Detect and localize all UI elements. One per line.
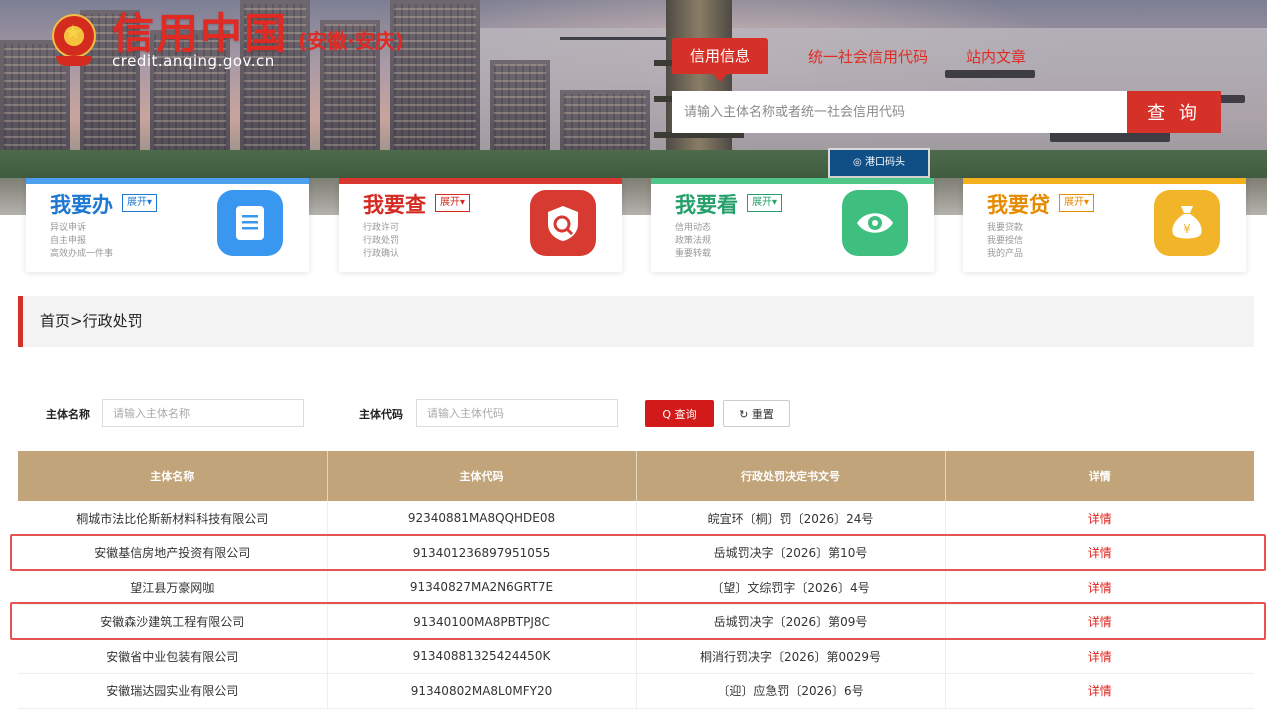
- code-filter-input[interactable]: [416, 399, 618, 427]
- card-links: 我要贷款 我要授信 我的产品: [987, 222, 1023, 261]
- national-emblem-icon: ★: [50, 12, 98, 68]
- card-title[interactable]: 我要查: [363, 192, 426, 218]
- cell-entity-name: 桐城市法比伦斯新材料科技有限公司: [18, 501, 328, 536]
- query-button[interactable]: Q 查询: [645, 400, 714, 427]
- table-row: 安徽森沙建筑工程有限公司 91340100MA8PBTPJ8C 岳城罚决字〔2026…: [18, 604, 1254, 640]
- reset-button[interactable]: ↻ 重置: [723, 400, 790, 427]
- search-bar: 查 询: [672, 91, 1221, 133]
- card-link[interactable]: 异议申诉: [50, 222, 113, 235]
- detail-link[interactable]: 详情: [945, 604, 1254, 640]
- card-links: 信用动态 政策法规 重要转载: [675, 222, 711, 261]
- card-expand-button[interactable]: 展开▾: [1059, 194, 1095, 212]
- cell-entity-name: 安徽基信房地产投资有限公司: [18, 535, 328, 571]
- table-row: 望江县万豪网咖 91340827MA2N6GRT7E 〔望〕文综罚字〔2026〕4号…: [18, 570, 1254, 605]
- card-expand-button[interactable]: 展开▾: [122, 194, 158, 212]
- detail-link[interactable]: 详情: [945, 570, 1254, 605]
- card-link[interactable]: 行政许可: [363, 222, 399, 235]
- logo-url: credit.anqing.gov.cn: [112, 52, 275, 70]
- code-filter-label: 主体代码: [359, 408, 403, 421]
- name-filter-label: 主体名称: [46, 408, 90, 421]
- name-filter-input[interactable]: [102, 399, 304, 427]
- card-title[interactable]: 我要看: [675, 192, 738, 218]
- search-button[interactable]: 查 询: [1127, 91, 1221, 133]
- card-link[interactable]: 高效办成一件事: [50, 248, 113, 261]
- eye-icon[interactable]: [842, 190, 908, 256]
- card-link[interactable]: 我要贷款: [987, 222, 1023, 235]
- cell-entity-code: 91340802MA8L0MFY20: [327, 673, 637, 709]
- service-card-0[interactable]: 我要办 展开▾ 异议申诉 自主申报 高效办成一件事: [26, 178, 309, 272]
- cell-entity-name: 安徽省中业包装有限公司: [18, 639, 328, 674]
- card-top-bar: [963, 178, 1246, 184]
- tab-site-articles[interactable]: 站内文章: [966, 46, 1026, 67]
- card-expand-button[interactable]: 展开▾: [747, 194, 783, 212]
- cell-entity-name: 安徽瑞达园实业有限公司: [18, 673, 328, 709]
- card-title[interactable]: 我要贷: [987, 192, 1050, 218]
- detail-link[interactable]: 详情: [945, 501, 1254, 536]
- cell-doc-number: 〔望〕文综罚字〔2026〕4号: [636, 570, 946, 605]
- hero-sign: ◎ 港口码头: [828, 148, 930, 178]
- card-link[interactable]: 我的产品: [987, 248, 1023, 261]
- shield-search-icon[interactable]: [530, 190, 596, 256]
- cell-entity-code: 92340881MA8QQHDE08: [327, 501, 637, 536]
- card-title[interactable]: 我要办: [50, 192, 113, 218]
- cell-doc-number: 岳城罚决字〔2026〕第10号: [636, 535, 946, 571]
- card-link[interactable]: 信用动态: [675, 222, 711, 235]
- col-header-code: 主体代码: [327, 451, 637, 501]
- card-links: 异议申诉 自主申报 高效办成一件事: [50, 222, 113, 261]
- breadcrumb: 首页>行政处罚: [18, 296, 1254, 347]
- breadcrumb-text[interactable]: 首页>行政处罚: [40, 296, 143, 347]
- table-row: 桐城市法比伦斯新材料科技有限公司 92340881MA8QQHDE08 皖宜环〔桐〕…: [18, 501, 1254, 536]
- table-header-row: 主体名称 主体代码 行政处罚决定书文号 详情: [18, 451, 1254, 501]
- card-link[interactable]: 重要转载: [675, 248, 711, 261]
- cell-doc-number: 岳城罚决字〔2026〕第09号: [636, 604, 946, 640]
- card-top-bar: [26, 178, 309, 184]
- document-icon[interactable]: [217, 190, 283, 256]
- cell-entity-code: 91340827MA2N6GRT7E: [327, 570, 637, 605]
- cell-entity-code: 91340100MA8PBTPJ8C: [327, 604, 637, 640]
- card-link[interactable]: 行政确认: [363, 248, 399, 261]
- col-header-name: 主体名称: [18, 451, 328, 501]
- cell-entity-code: 91340881325424450K: [327, 639, 637, 674]
- logo-region: (安徽·安庆): [298, 29, 404, 53]
- card-link[interactable]: 政策法规: [675, 235, 711, 248]
- col-header-detail: 详情: [945, 451, 1254, 501]
- money-bag-icon[interactable]: ¥: [1154, 190, 1220, 256]
- cell-entity-code: 913401236897951055: [327, 535, 637, 571]
- col-header-doc-no: 行政处罚决定书文号: [636, 451, 946, 501]
- tab-credit-info[interactable]: 信用信息: [672, 38, 769, 82]
- search-input[interactable]: [672, 91, 1127, 133]
- cell-entity-name: 安徽森沙建筑工程有限公司: [18, 604, 328, 640]
- card-link[interactable]: 行政处罚: [363, 235, 399, 248]
- cell-doc-number: 皖宜环〔桐〕罚〔2026〕24号: [636, 501, 946, 536]
- cell-doc-number: 桐消行罚决字〔2026〕第0029号: [636, 639, 946, 674]
- detail-link[interactable]: 详情: [945, 639, 1254, 674]
- penalty-table: 主体名称 主体代码 行政处罚决定书文号 详情 桐城市法比伦斯新材料科技有限公司 9…: [18, 451, 1254, 709]
- search-tabs: 信用信息 统一社会信用代码 站内文章: [672, 38, 1064, 82]
- table-row: 安徽省中业包装有限公司 91340881325424450K 桐消行罚决字〔2026…: [18, 639, 1254, 674]
- table-row: 安徽基信房地产投资有限公司 913401236897951055 岳城罚决字〔202…: [18, 535, 1254, 571]
- card-link[interactable]: 我要授信: [987, 235, 1023, 248]
- card-top-bar: [339, 178, 622, 184]
- svg-text:¥: ¥: [1183, 222, 1191, 236]
- logo-title: 信用中国: [112, 9, 289, 58]
- detail-link[interactable]: 详情: [945, 535, 1254, 571]
- service-card-1[interactable]: 我要查 展开▾ 行政许可 行政处罚 行政确认: [339, 178, 622, 272]
- service-card-2[interactable]: 我要看 展开▾ 信用动态 政策法规 重要转载: [651, 178, 934, 272]
- service-card-3[interactable]: 我要贷 展开▾ 我要贷款 我要授信 我的产品 ¥: [963, 178, 1246, 272]
- card-links: 行政许可 行政处罚 行政确认: [363, 222, 399, 261]
- card-top-bar: [651, 178, 934, 184]
- site-logo[interactable]: ★ 信用中国 (安徽·安庆) credit.anqing.gov.cn: [50, 12, 404, 70]
- card-link[interactable]: 自主申报: [50, 235, 113, 248]
- cell-doc-number: 〔迎〕应急罚〔2026〕6号: [636, 673, 946, 709]
- tab-credit-code[interactable]: 统一社会信用代码: [808, 46, 928, 67]
- card-expand-button[interactable]: 展开▾: [435, 194, 471, 212]
- detail-link[interactable]: 详情: [945, 673, 1254, 709]
- table-row: 安徽瑞达园实业有限公司 91340802MA8L0MFY20 〔迎〕应急罚〔2026…: [18, 673, 1254, 709]
- cell-entity-name: 望江县万豪网咖: [18, 570, 328, 605]
